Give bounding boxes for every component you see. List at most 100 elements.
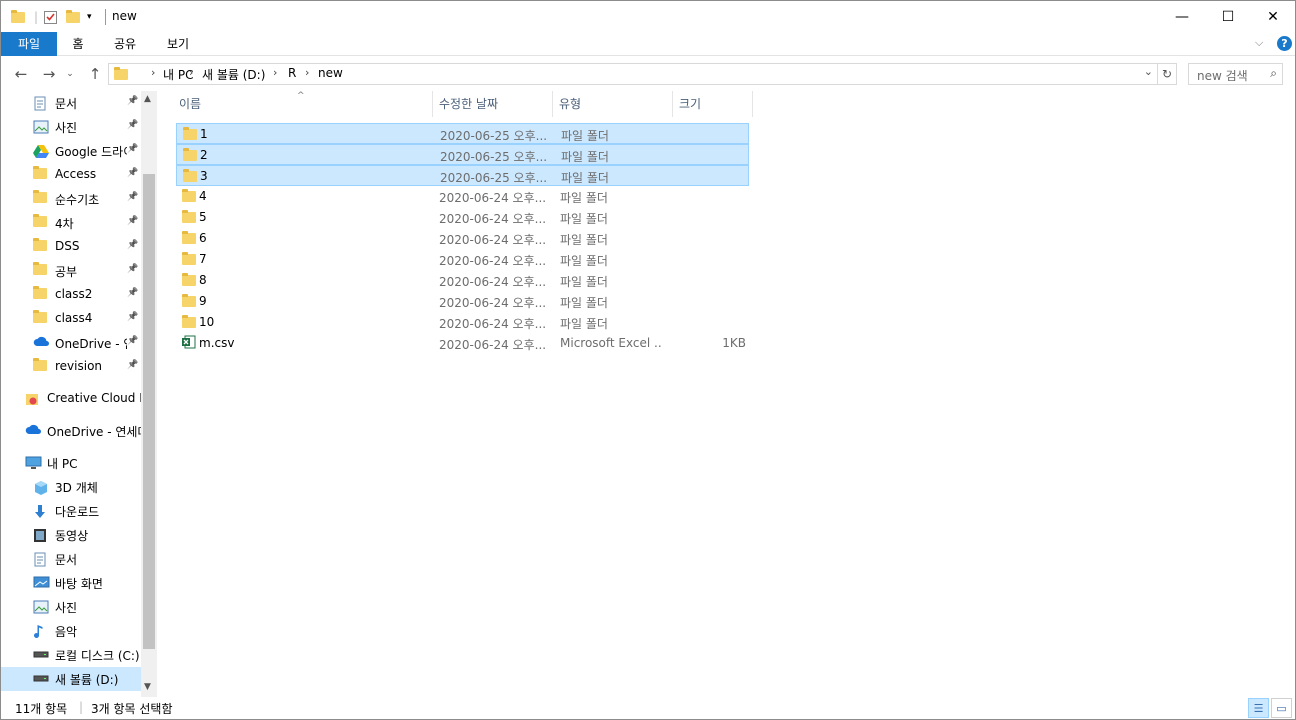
music-icon	[33, 624, 45, 640]
onedrive-icon	[25, 424, 42, 435]
tab-home[interactable]: 홈	[63, 32, 93, 56]
file-row[interactable]: 2 2020-06-25 오후... 파일 폴더	[176, 144, 749, 165]
nav-item[interactable]: Creative Cloud Files	[1, 387, 141, 411]
folder-icon	[33, 286, 47, 299]
3d-objects-icon	[33, 480, 49, 496]
address-bar[interactable]: ⌄	[108, 63, 1158, 85]
nav-item[interactable]: 3D 개체	[1, 475, 141, 499]
nav-item[interactable]: 음악	[1, 619, 141, 643]
file-date: 2020-06-24 오후...	[439, 212, 547, 226]
column-header-date[interactable]: 수정한 날짜	[433, 91, 553, 117]
scroll-down-icon[interactable]: ▼	[144, 682, 151, 692]
nav-item[interactable]: DSS 📌	[1, 235, 141, 259]
nav-item[interactable]: class4 📌	[1, 307, 141, 331]
new-folder-icon[interactable]	[66, 8, 80, 26]
nav-scrollbar-thumb[interactable]	[143, 174, 155, 649]
pin-icon: 📌	[127, 168, 139, 178]
file-row[interactable]: 9 2020-06-24 오후... 파일 폴더	[176, 291, 749, 312]
file-row[interactable]: 7 2020-06-24 오후... 파일 폴더	[176, 249, 749, 270]
breadcrumb-r[interactable]: R	[288, 66, 296, 80]
document-icon	[33, 552, 47, 567]
close-button[interactable]: ✕	[1250, 1, 1295, 32]
file-name: 3	[200, 169, 208, 183]
nav-item[interactable]: revision 📌	[1, 355, 141, 379]
file-row[interactable]: m.csv 2020-06-24 오후... Microsoft Excel ...…	[176, 333, 749, 354]
file-date: 2020-06-25 오후...	[440, 150, 548, 164]
document-icon	[33, 96, 47, 111]
tab-view[interactable]: 보기	[158, 32, 198, 56]
video-icon	[33, 528, 47, 543]
expand-ribbon-icon[interactable]: ⌵	[1255, 36, 1263, 50]
file-date: 2020-06-24 오후...	[439, 317, 547, 331]
file-row[interactable]: 1 2020-06-25 오후... 파일 폴더	[176, 123, 749, 144]
file-row[interactable]: 6 2020-06-24 오후... 파일 폴더	[176, 228, 749, 249]
properties-icon[interactable]	[43, 8, 58, 26]
status-divider: |	[79, 700, 84, 714]
tab-file[interactable]: 파일	[1, 32, 57, 56]
breadcrumb-volume-d[interactable]: 새 볼륨 (D:)	[202, 66, 265, 83]
pin-icon: 📌	[127, 216, 139, 226]
column-header-size[interactable]: 크기	[673, 91, 753, 117]
recent-locations-icon[interactable]: ⌄	[64, 65, 76, 83]
large-icons-view-button[interactable]: ▭	[1271, 698, 1292, 718]
maximize-button[interactable]: ☐	[1205, 1, 1251, 32]
file-type: 파일 폴더	[561, 129, 609, 143]
nav-item[interactable]: 새 볼륨 (D:)	[1, 667, 141, 691]
drive-icon	[33, 648, 49, 658]
scroll-up-icon[interactable]: ▲	[144, 94, 151, 104]
nav-item[interactable]: 사진	[1, 595, 141, 619]
nav-item[interactable]: 동영상	[1, 523, 141, 547]
breadcrumb-new[interactable]: new	[318, 66, 343, 80]
creative-cloud-icon	[25, 392, 39, 407]
file-row[interactable]: 10 2020-06-24 오후... 파일 폴더	[176, 312, 749, 333]
pin-icon: 📌	[127, 264, 139, 274]
column-header-type[interactable]: 유형	[553, 91, 673, 117]
nav-item[interactable]: 4차 📌	[1, 211, 141, 235]
download-icon	[33, 504, 47, 520]
tab-share[interactable]: 공유	[105, 32, 145, 56]
explorer-window: | ▾ new — ☐ ✕ 파일 홈 공유 보기 ⌵ ? ← → ⌄ ↑ ⌄ ›…	[0, 0, 1296, 720]
nav-item-label: 공부	[55, 265, 78, 279]
minimize-button[interactable]: —	[1159, 1, 1205, 32]
back-button[interactable]: ←	[10, 65, 32, 83]
search-input[interactable]: new 검색 ⌕	[1188, 63, 1283, 85]
pin-icon: 📌	[127, 192, 139, 202]
nav-item[interactable]: 로컬 디스크 (C:)	[1, 643, 141, 667]
details-view-button[interactable]: ☰	[1248, 698, 1269, 718]
nav-item[interactable]: 내 PC	[1, 451, 141, 475]
column-header-name[interactable]: 이름 ^	[173, 91, 433, 117]
drive-icon	[33, 672, 49, 682]
folder-icon	[33, 166, 47, 179]
refresh-button[interactable]: ↻	[1158, 63, 1177, 85]
nav-item[interactable]: Access 📌	[1, 163, 141, 187]
pin-icon: 📌	[127, 120, 139, 130]
folder-icon	[183, 127, 197, 141]
chevron-right-icon: ›	[189, 66, 194, 79]
nav-item[interactable]: OneDrive - 연 📌	[1, 331, 141, 355]
nav-item[interactable]: 문서	[1, 547, 141, 571]
file-name: 9	[199, 294, 207, 308]
nav-item-label: 로컬 디스크 (C:)	[55, 649, 140, 663]
nav-item[interactable]: 순수기초 📌	[1, 187, 141, 211]
file-row[interactable]: 5 2020-06-24 오후... 파일 폴더	[176, 207, 749, 228]
nav-item[interactable]: 문서 📌	[1, 91, 141, 115]
address-history-icon[interactable]: ⌄	[1144, 65, 1153, 78]
nav-item[interactable]: 다운로드	[1, 499, 141, 523]
forward-button[interactable]: →	[38, 65, 60, 83]
nav-item[interactable]: 바탕 화면	[1, 571, 141, 595]
nav-item[interactable]: 공부 📌	[1, 259, 141, 283]
file-date: 2020-06-24 오후...	[439, 296, 547, 310]
file-row[interactable]: 3 2020-06-25 오후... 파일 폴더	[176, 165, 749, 186]
folder-icon	[182, 210, 196, 224]
nav-item[interactable]: Google 드라이브📌	[1, 139, 141, 163]
nav-item[interactable]: 사진 📌	[1, 115, 141, 139]
customize-toolbar-icon[interactable]: ▾	[87, 8, 92, 26]
file-row[interactable]: 4 2020-06-24 오후... 파일 폴더	[176, 186, 749, 207]
up-button[interactable]: ↑	[84, 65, 106, 83]
help-icon[interactable]: ?	[1277, 36, 1292, 51]
file-row[interactable]: 8 2020-06-24 오후... 파일 폴더	[176, 270, 749, 291]
excel-csv-icon	[182, 335, 196, 349]
nav-item-label: Google 드라이브	[55, 145, 127, 159]
nav-item[interactable]: class2 📌	[1, 283, 141, 307]
nav-item[interactable]: OneDrive - 연세대	[1, 419, 141, 443]
